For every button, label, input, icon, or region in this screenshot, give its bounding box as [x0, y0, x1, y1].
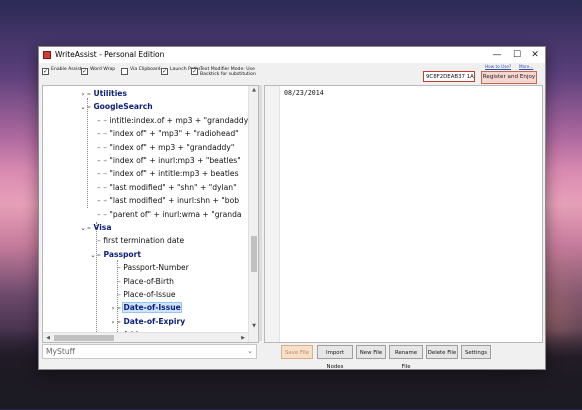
tree-node-label: "index of" + "mp3" + "radiohead" — [109, 129, 239, 139]
scroll-thumb[interactable] — [54, 335, 114, 341]
tree-node[interactable]: ⌄– GoogleSearch — [79, 100, 153, 114]
scroll-right-arrow-icon[interactable]: ▶ — [238, 333, 248, 342]
tree-branch-dash: – – — [97, 169, 110, 179]
close-button[interactable]: ✕ — [523, 47, 547, 63]
text-editor[interactable]: 08/23/2014 — [264, 85, 543, 343]
editor-gutter — [265, 86, 280, 342]
title-bar[interactable]: WriteAssist - Personal Edition — ☐ ✕ — [39, 47, 545, 63]
tree-node[interactable]: – – "index of" + mp3 + "grandaddy" — [89, 141, 234, 154]
checkbox-label: Text Modifier Mode: Use Backtick for sub… — [200, 67, 256, 78]
writeassist-window: WriteAssist - Personal Edition — ☐ ✕ ✓ E… — [38, 46, 546, 370]
tree-node[interactable]: – – "index of" + "mp3" + "radiohead" — [89, 127, 239, 140]
chevron-right-icon[interactable]: › — [109, 302, 117, 315]
tree-node[interactable]: – – "last modified" + "shn" + "dylan" — [89, 181, 237, 194]
snippet-tree[interactable]: › – Utilities ⌄– GoogleSearch – – intitle:i… — [42, 85, 259, 343]
chevron-right-icon[interactable]: › — [79, 88, 87, 101]
tree-horizontal-scrollbar[interactable]: ◀ ▶ — [43, 332, 248, 342]
tree-vertical-scrollbar[interactable]: ▲ ▼ — [248, 86, 258, 342]
scroll-left-arrow-icon[interactable]: ◀ — [43, 333, 53, 342]
tree-node[interactable]: – – "last modified" + inurl:shn + "bob — [89, 194, 239, 207]
checkbox-box[interactable]: ✓ — [42, 68, 49, 75]
tree-node[interactable]: – – "index of" + intitle:mp3 + beatles — [89, 167, 239, 180]
how-to-use-link[interactable]: How to Use? — [485, 64, 511, 69]
tree-node[interactable]: – Passport-Number — [109, 261, 189, 274]
delete-file-button[interactable]: Delete File — [426, 345, 458, 359]
tree-node-label: "index of" + intitle:mp3 + beatles — [109, 169, 239, 179]
app-icon — [43, 51, 51, 59]
chevron-right-icon[interactable]: › — [109, 316, 117, 329]
tree-node-label: Utilities — [93, 89, 127, 98]
tree-node[interactable]: ⌄– Visa — [79, 221, 111, 234]
pane-splitter[interactable] — [259, 85, 262, 341]
enable-assist-checkbox[interactable]: ✓ Enable Assist — [42, 67, 82, 81]
tree-node-label: Passport-Number — [123, 263, 189, 273]
rename-file-button[interactable]: Rename File — [389, 345, 423, 370]
tree-node-label: Place-of-Issue — [123, 290, 176, 299]
tree-connector — [87, 98, 88, 208]
tree-node[interactable]: – first termination date — [89, 234, 184, 247]
chevron-down-icon[interactable]: ⌄ — [89, 249, 97, 262]
tree-branch-dash: – – — [97, 156, 110, 165]
chevron-down-icon[interactable]: ⌄ — [247, 347, 253, 355]
tree-node[interactable]: – Place-of-Birth — [109, 275, 174, 288]
tree-node-label: Date-of-Expiry — [123, 316, 186, 326]
tree-branch-dash: – – — [97, 182, 110, 192]
tree-node[interactable]: – – intitle:index.of + mp3 + "grandaddy" — [89, 114, 252, 127]
tree-node-label: "last modified" + "shn" + "dylan" — [109, 182, 237, 192]
checkbox-box[interactable]: ✓ — [81, 68, 88, 75]
tree-node-label: "index of" + mp3 + "grandaddy" — [109, 142, 235, 152]
license-key-field[interactable]: 9C8F2DEAB37 1A/5 — [423, 71, 475, 82]
tree-branch-dash: – – — [97, 129, 110, 139]
checkbox-box[interactable] — [121, 68, 128, 75]
tree-branch-dash: – – — [97, 142, 110, 152]
new-file-button[interactable]: New File — [356, 345, 386, 359]
tree-node[interactable]: › – Date-of-Expiry — [109, 315, 185, 328]
tree-node-label: first termination date — [103, 236, 185, 246]
tree-node[interactable]: › – Utilities — [79, 87, 127, 100]
tree-node[interactable]: – – "index of" + inurl:mp3 + "beatles" — [89, 154, 241, 167]
file-select-dropdown[interactable]: MyStuff ⌄ — [42, 344, 257, 359]
tree-node-label: "last modified" + inurl:shn + "bob — [109, 196, 240, 206]
via-clipboard-checkbox[interactable]: Via Clipboard — [121, 67, 161, 81]
text-modifier-mode-checkbox[interactable]: ✓ Text Modifier Mode: Use Backtick for s… — [191, 67, 266, 81]
scroll-thumb[interactable] — [251, 236, 257, 272]
word-wrap-checkbox[interactable]: ✓ Word Wrap — [81, 67, 119, 81]
window-title: WriteAssist - Personal Edition — [55, 50, 165, 59]
tree-node-label: Passport — [103, 249, 142, 259]
tree-node[interactable]: › – Date-of-Issue — [109, 301, 182, 315]
settings-button[interactable]: Settings — [461, 345, 491, 359]
chevron-down-icon[interactable]: ⌄ — [79, 222, 87, 235]
tree-node[interactable]: – Place-of-Issue — [109, 288, 176, 301]
checkbox-box[interactable]: ✓ — [161, 68, 168, 75]
tree-branch-dash: – – — [97, 209, 110, 219]
tree-branch-dash: – – — [97, 196, 110, 206]
checkbox-box[interactable]: ✓ — [191, 68, 198, 75]
more-link[interactable]: More... — [519, 64, 533, 69]
chevron-down-icon[interactable]: ⌄ — [79, 101, 87, 114]
tree-node-label: Visa — [93, 223, 112, 232]
save-file-button[interactable]: Save File — [281, 345, 313, 359]
tree-node-label: Place-of-Birth — [123, 276, 174, 286]
editor-content[interactable]: 08/23/2014 — [284, 89, 324, 97]
tree-node[interactable]: – – "parent of" + inurl:wma + "granda — [89, 208, 242, 221]
tree-node-label: "index of" + inurl:mp3 + "beatles" — [109, 156, 241, 165]
file-select-value: MyStuff — [46, 347, 75, 356]
tree-node-label: GoogleSearch — [93, 102, 153, 112]
scroll-down-arrow-icon[interactable]: ▼ — [249, 322, 258, 331]
register-button[interactable]: Register and Enjoy — [481, 71, 537, 84]
scroll-up-arrow-icon[interactable]: ▲ — [249, 86, 258, 95]
tree-node[interactable]: ⌄– Passport — [89, 248, 141, 261]
tree-node-label: intitle:index.of + mp3 + "grandaddy" — [109, 115, 252, 125]
tree-node-label: Date-of-Issue — [122, 302, 182, 314]
options-toolbar: ✓ Enable Assist ✓ Word Wrap Via Clipboar… — [39, 63, 545, 85]
tree-node-label: "parent of" + inurl:wma + "granda — [109, 209, 242, 219]
import-nodes-button[interactable]: Import Nodes — [317, 345, 353, 370]
tree-branch-dash: – – — [97, 115, 110, 125]
